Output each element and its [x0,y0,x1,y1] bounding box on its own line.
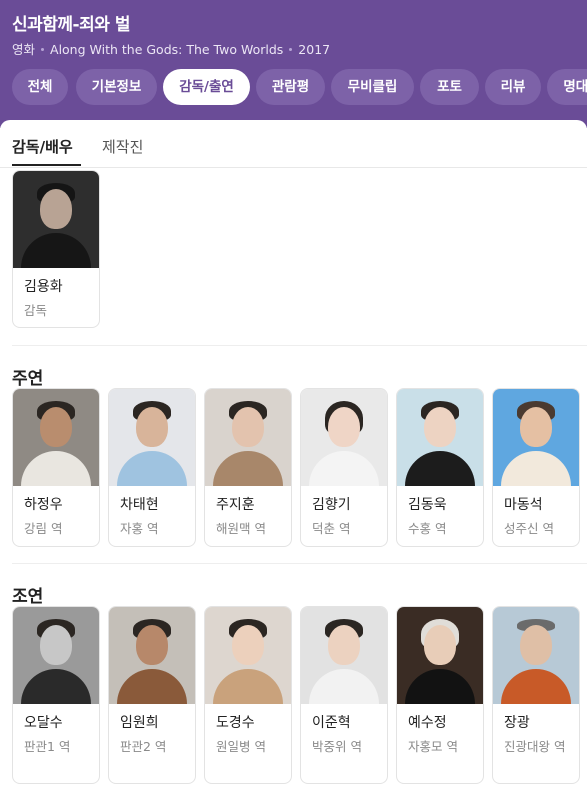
cast-photo [109,607,195,704]
cast-photo [397,607,483,704]
cast-card[interactable]: 도경수원일병 역 [204,606,292,784]
meta-english-title: Along With the Gods: The Two Worlds [50,42,284,57]
cast-photo [397,389,483,486]
movie-meta: 영화 Along With the Gods: The Two Worlds 201… [12,39,330,58]
person-name: 예수정 [408,715,447,731]
person-name: 오달수 [24,715,63,731]
person-role: 강림 역 [24,521,63,536]
person-name: 김동욱 [408,497,447,513]
cast-card[interactable]: 마동석성주신 역 [492,388,580,547]
subtab-crew[interactable]: 제작진 [102,136,143,166]
cast-card[interactable]: 예수정자홍모 역 [396,606,484,784]
person-role: 감독 [24,303,48,318]
cast-photo [301,389,387,486]
person-role: 박중위 역 [312,739,362,754]
cast-card[interactable]: 장광진광대왕 역 [492,606,580,784]
director-photo [13,171,99,268]
person-name: 김용화 [24,279,63,295]
person-name: 이준혁 [312,715,351,731]
supporting-cast-heading: 조연 [12,587,44,607]
cast-photo [205,389,291,486]
person-role: 판관1 역 [24,739,71,754]
cast-photo [13,607,99,704]
subtab-divider [0,167,587,168]
tab-all[interactable]: 전체 [12,69,68,105]
tab-director-cast[interactable]: 감독/출연 [163,69,250,105]
movie-title: 신과함께-죄와 벌 [12,15,130,35]
cast-card[interactable]: 차태현자홍 역 [108,388,196,547]
meta-year: 2017 [298,42,331,57]
cast-card[interactable]: 임원희판관2 역 [108,606,196,784]
person-role: 판관2 역 [120,739,167,754]
person-role: 원일병 역 [216,739,266,754]
tab-basic-info[interactable]: 기본정보 [76,69,157,105]
cast-photo [13,389,99,486]
tab-bar: 전체 기본정보 감독/출연 관람평 무비클립 포토 리뷰 명대사 [0,69,587,105]
cast-card[interactable]: 김향기덕춘 역 [300,388,388,547]
tab-quotes[interactable]: 명대사 [547,69,587,105]
cast-card[interactable]: 김동욱수홍 역 [396,388,484,547]
person-name: 도경수 [216,715,255,731]
person-role: 성주신 역 [504,521,554,536]
person-name: 하정우 [24,497,63,513]
person-role: 진광대왕 역 [504,739,566,754]
section-divider [12,345,587,346]
meta-separator [289,48,293,51]
section-divider [12,563,587,564]
person-name: 김향기 [312,497,351,513]
tab-photos[interactable]: 포토 [420,69,479,105]
meta-genre[interactable]: 영화 [12,42,35,57]
cast-photo [301,607,387,704]
cast-card[interactable]: 오달수판관1 역 [12,606,100,784]
tab-reviews-rating[interactable]: 관람평 [256,69,325,105]
cast-card[interactable]: 하정우강림 역 [12,388,100,547]
cast-photo [205,607,291,704]
meta-separator [41,48,45,51]
person-role: 자홍모 역 [408,739,458,754]
cast-photo [109,389,195,486]
subtab-director-actors[interactable]: 감독/배우 [12,136,81,166]
cast-photo [493,389,579,486]
cast-card[interactable]: 주지훈해원맥 역 [204,388,292,547]
cast-card[interactable]: 이준혁박중위 역 [300,606,388,784]
movie-header: 신과함께-죄와 벌 영화 Along With the Gods: The Two… [0,0,587,128]
person-name: 주지훈 [216,497,255,513]
tab-reviews[interactable]: 리뷰 [485,69,541,105]
person-role: 자홍 역 [120,521,159,536]
person-role: 수홍 역 [408,521,447,536]
director-card[interactable]: 김용화 감독 [12,170,100,328]
person-name: 차태현 [120,497,159,513]
cast-photo [493,607,579,704]
person-name: 장광 [504,715,530,731]
person-name: 임원희 [120,715,159,731]
person-role: 해원맥 역 [216,521,266,536]
person-name: 마동석 [504,497,543,513]
person-role: 덕춘 역 [312,521,351,536]
tab-movie-clips[interactable]: 무비클립 [331,69,414,105]
lead-cast-heading: 주연 [12,369,44,389]
